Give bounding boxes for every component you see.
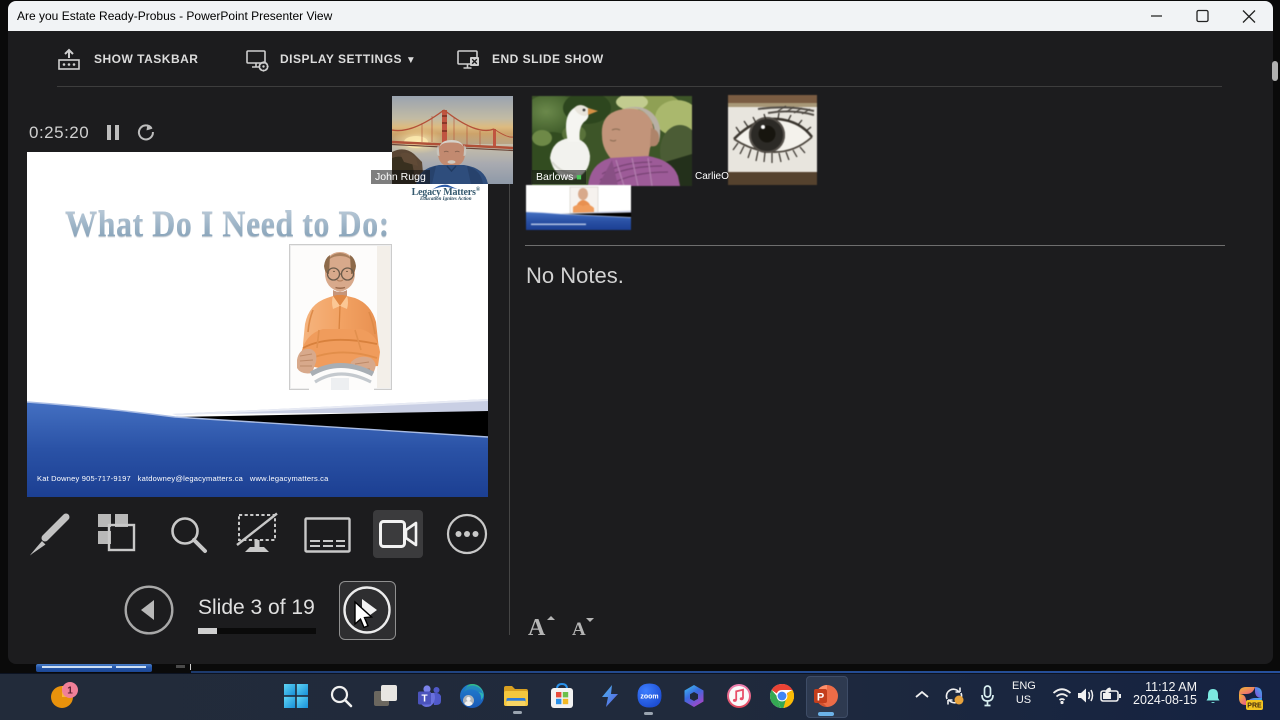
svg-text:T: T	[421, 694, 427, 705]
svg-text:zoom: zoom	[640, 694, 658, 701]
svg-text:PRE: PRE	[1247, 703, 1262, 710]
svg-text:A: A	[528, 615, 546, 640]
svg-text:A: A	[572, 619, 586, 640]
svg-text:P: P	[817, 692, 824, 704]
svg-text:1: 1	[67, 686, 73, 697]
